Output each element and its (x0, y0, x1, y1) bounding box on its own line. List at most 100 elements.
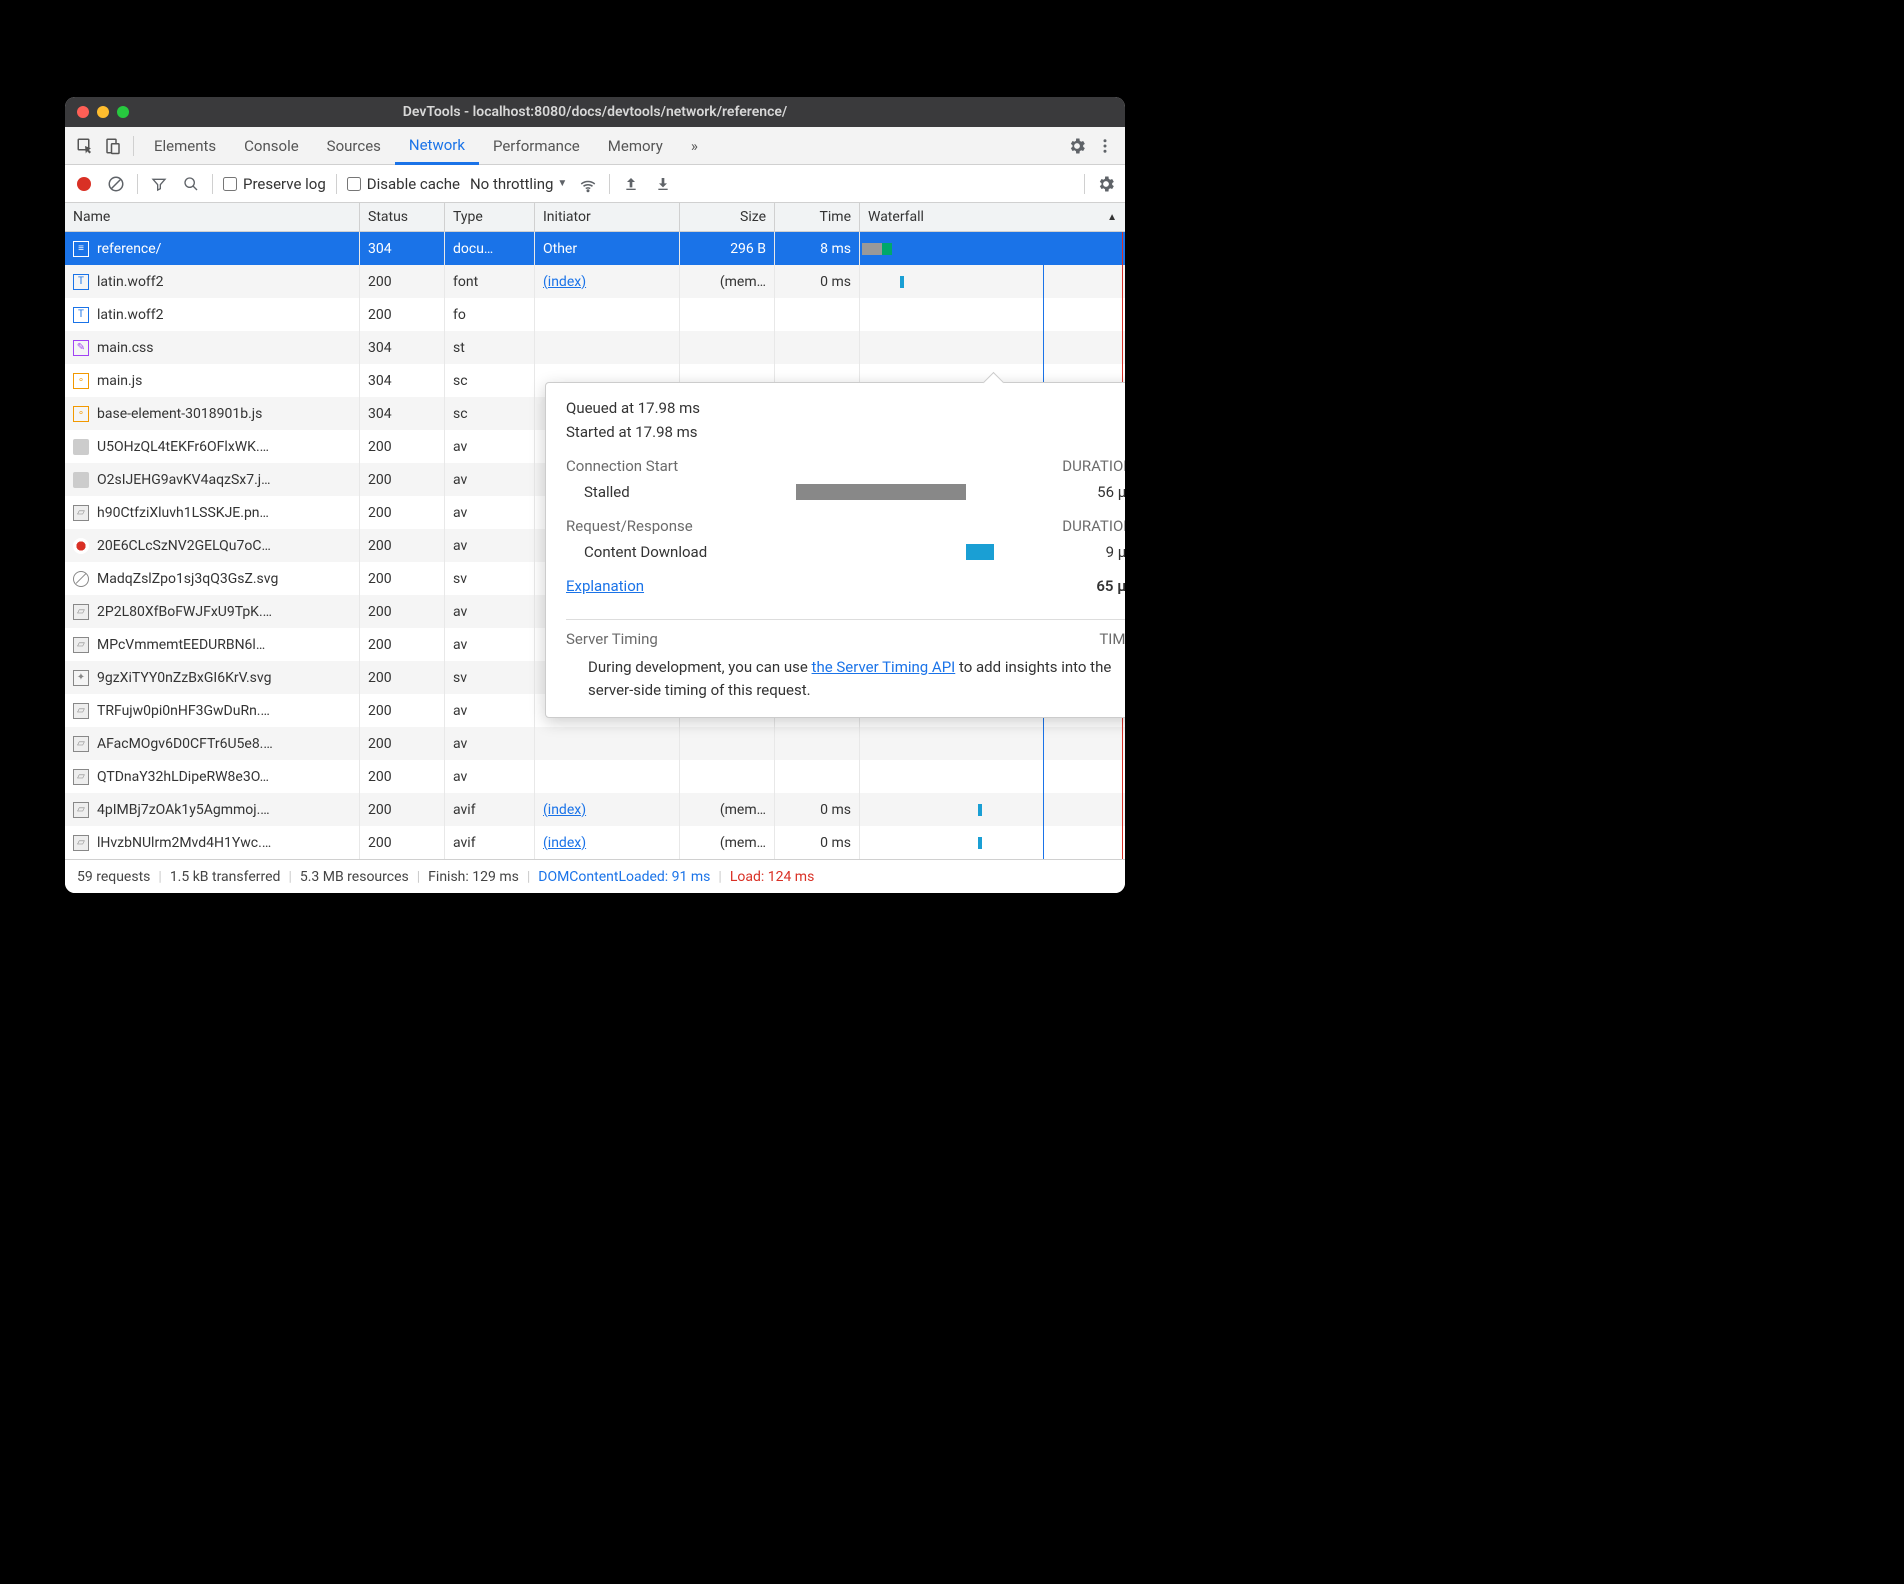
request-name: latin.woff2 (97, 307, 164, 323)
tab-elements[interactable]: Elements (140, 127, 230, 164)
kebab-menu-icon[interactable] (1091, 132, 1119, 160)
tooltip-content-dl-label: Content Download (566, 543, 786, 561)
request-initiator: (index) (535, 826, 680, 859)
inspect-icon[interactable] (71, 132, 99, 160)
col-type[interactable]: Type (445, 203, 535, 231)
request-name: 20E6CLcSzNV2GELQu7oC… (97, 538, 271, 554)
col-size[interactable]: Size (680, 203, 775, 231)
preserve-log-checkbox[interactable]: Preserve log (223, 175, 326, 193)
close-icon[interactable] (77, 106, 89, 118)
request-type: sc (445, 364, 535, 397)
request-status: 200 (360, 430, 445, 463)
table-header: Name Status Type Initiator Size Time Wat… (65, 203, 1125, 232)
network-conditions-icon[interactable] (577, 173, 599, 195)
request-size: (mem… (680, 793, 775, 826)
request-type: font (445, 265, 535, 298)
request-status: 200 (360, 628, 445, 661)
tab-overflow[interactable]: » (677, 127, 712, 164)
table-row[interactable]: ▱4pIMBj7zOAk1y5Agmmoj.…200avif(index)(me… (65, 793, 1125, 826)
request-initiator: Other (535, 232, 680, 265)
dcl-line (1043, 793, 1044, 826)
request-status: 200 (360, 661, 445, 694)
request-type: av (445, 727, 535, 760)
load-line (1122, 727, 1123, 760)
zoom-icon[interactable] (117, 106, 129, 118)
disable-cache-checkbox[interactable]: Disable cache (347, 175, 460, 193)
status-bar: 59 requests| 1.5 kB transferred| 5.3 MB … (65, 859, 1125, 893)
device-toggle-icon[interactable] (99, 132, 127, 160)
table-row[interactable]: ▱AFacMOgv6D0CFTr6U5e8.…200av (65, 727, 1125, 760)
dcl-line (1043, 232, 1044, 265)
search-icon[interactable] (180, 173, 202, 195)
request-name: QTDnaY32hLDipeRW8e3O… (97, 769, 269, 785)
table-row[interactable]: ▱QTDnaY32hLDipeRW8e3O…200av (65, 760, 1125, 793)
record-button[interactable] (73, 173, 95, 195)
table-row[interactable]: Tlatin.woff2200fo (65, 298, 1125, 331)
load-line (1122, 232, 1123, 265)
request-waterfall (860, 760, 1125, 793)
request-name: h90CtfziXluvh1LSSKJE.pn… (97, 505, 269, 521)
request-name: base-element-3018901b.js (97, 406, 262, 422)
request-size: (mem… (680, 265, 775, 298)
col-time[interactable]: Time (775, 203, 860, 231)
tab-memory[interactable]: Memory (594, 127, 677, 164)
table-row[interactable]: Tlatin.woff2200font(index)(mem…0 ms (65, 265, 1125, 298)
tab-console[interactable]: Console (230, 127, 313, 164)
settings-icon[interactable] (1063, 132, 1091, 160)
request-type: av (445, 529, 535, 562)
request-type: fo (445, 298, 535, 331)
request-name: latin.woff2 (97, 274, 164, 290)
col-name[interactable]: Name (65, 203, 360, 231)
explanation-link[interactable]: Explanation (566, 577, 644, 595)
table-row[interactable]: ≡reference/304docu…Other296 B8 ms (65, 232, 1125, 265)
request-name: U5OHzQL4tEKFr6OFlxWK.… (97, 439, 269, 455)
request-status: 200 (360, 826, 445, 859)
request-name: main.css (97, 340, 154, 356)
initiator-link[interactable]: (index) (543, 274, 586, 290)
minimize-icon[interactable] (97, 106, 109, 118)
initiator-link[interactable]: (index) (543, 802, 586, 818)
col-initiator[interactable]: Initiator (535, 203, 680, 231)
request-type: sv (445, 661, 535, 694)
request-name: reference/ (97, 241, 161, 257)
waterfall-bar (978, 837, 982, 849)
request-status: 304 (360, 397, 445, 430)
status-load: Load: 124 ms (730, 869, 814, 885)
download-icon[interactable] (652, 173, 674, 195)
request-size: 296 B (680, 232, 775, 265)
tab-sources[interactable]: Sources (313, 127, 395, 164)
load-line (1122, 793, 1123, 826)
tooltip-reqresp-label: Request/Response (566, 517, 693, 535)
tooltip-stalled-value: 56 µs (1054, 483, 1125, 501)
dcl-line (1043, 331, 1044, 364)
separator (1084, 174, 1085, 194)
initiator-link[interactable]: (index) (543, 835, 586, 851)
table-row[interactable]: ✎main.css304st (65, 331, 1125, 364)
load-line (1122, 760, 1123, 793)
clear-icon[interactable] (105, 173, 127, 195)
disable-cache-label: Disable cache (367, 175, 460, 193)
request-status: 200 (360, 694, 445, 727)
table-row[interactable]: ▱lHvzbNUlrm2Mvd4H1Ywc.…200avif(index)(me… (65, 826, 1125, 859)
server-timing-api-link[interactable]: the Server Timing API (812, 658, 956, 676)
request-size (680, 760, 775, 793)
dcl-line (1043, 826, 1044, 859)
content-dl-bar (966, 544, 994, 560)
col-waterfall[interactable]: Waterfall▲ (860, 203, 1125, 231)
tab-performance[interactable]: Performance (479, 127, 594, 164)
load-line (1122, 298, 1123, 331)
panel-settings-icon[interactable] (1095, 173, 1117, 195)
filter-icon[interactable] (148, 173, 170, 195)
load-line (1122, 826, 1123, 859)
throttling-select[interactable]: No throttling ▼ (470, 175, 567, 193)
upload-icon[interactable] (620, 173, 642, 195)
request-type: avif (445, 793, 535, 826)
request-type: av (445, 595, 535, 628)
tab-network[interactable]: Network (395, 128, 479, 165)
request-size: (mem… (680, 826, 775, 859)
request-time (775, 727, 860, 760)
request-name: 4pIMBj7zOAk1y5Agmmoj.… (97, 802, 270, 818)
separator (336, 174, 337, 194)
col-status[interactable]: Status (360, 203, 445, 231)
server-timing-label: Server Timing (566, 630, 658, 648)
